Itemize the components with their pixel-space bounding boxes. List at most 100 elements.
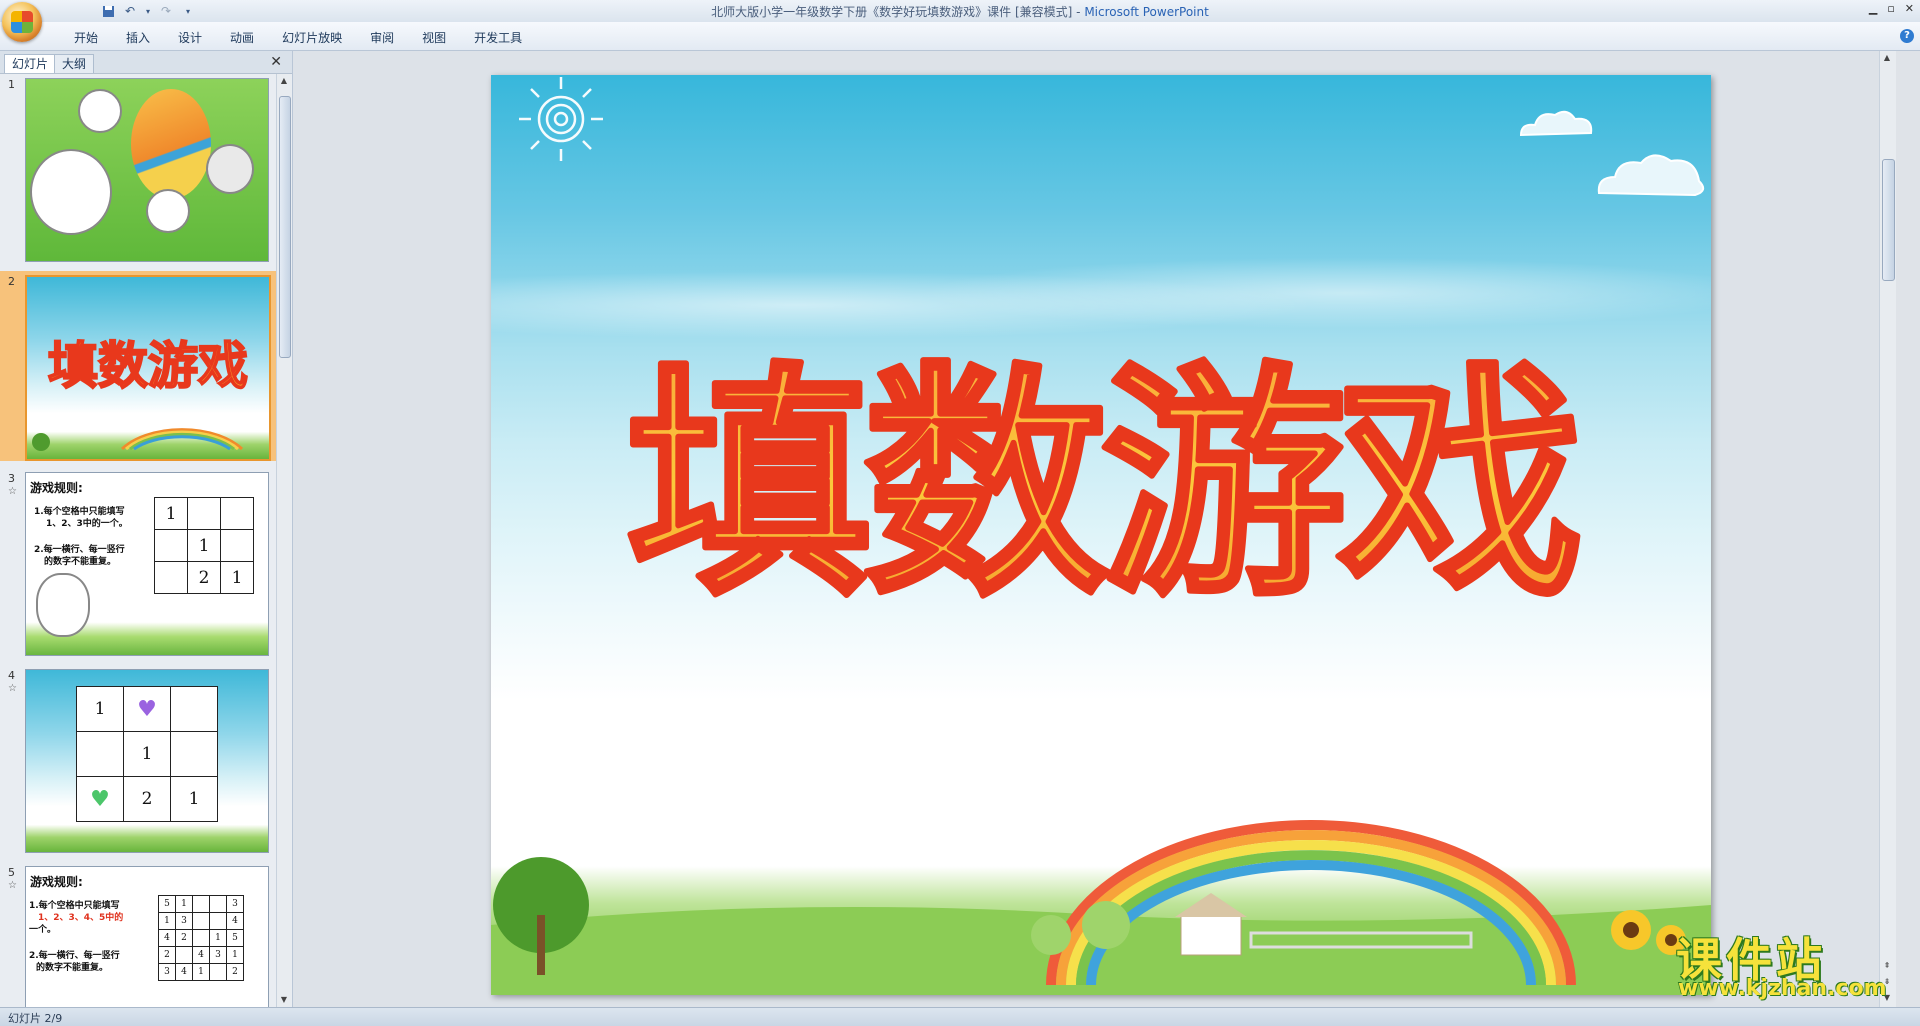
grid-cell: 3	[209, 946, 227, 964]
slide-thumbnails: 1 2 填数游戏 3 ☆ 游戏规则: 1.每个空格中只能填写 1、2、3中的一个…	[0, 74, 276, 1007]
grid-cell	[192, 929, 210, 947]
slide-number: 1	[8, 78, 15, 91]
cloud-icon	[1597, 154, 1705, 197]
slide-number: 2	[8, 275, 15, 288]
grid-cell	[76, 731, 124, 777]
tab-developer[interactable]: 开发工具	[460, 29, 536, 47]
tab-slides[interactable]: 幻灯片	[4, 54, 57, 73]
grid-cell: 2	[187, 561, 221, 594]
scroll-up-icon[interactable]: ▲	[279, 76, 289, 86]
thumbnail-row-2: 2 填数游戏	[0, 271, 276, 461]
grid-cell	[187, 497, 221, 530]
number-grid: 1 ♥ 1 ♥ 2 1	[76, 686, 218, 822]
window-title: 北师大版小学一年级数学下册《数学好玩填数游戏》课件 [兼容模式] - Micro…	[0, 3, 1920, 20]
sun-icon	[519, 77, 603, 161]
cloud-icon	[1519, 110, 1593, 137]
tab-design[interactable]: 设计	[164, 29, 216, 47]
tab-home[interactable]: 开始	[60, 29, 112, 47]
grid-cell: 4	[226, 912, 244, 930]
grid-cell	[209, 963, 227, 981]
animation-star-icon: ☆	[8, 683, 17, 694]
watermark-logo: 课件站 www.kjzhan.com	[1668, 924, 1908, 1004]
easter-egg-image	[131, 89, 211, 199]
animation-star-icon: ☆	[8, 486, 17, 497]
rule-text: 1、2、3中的一个。	[46, 519, 128, 529]
grid-cell: 1	[158, 912, 176, 930]
scroll-up-icon[interactable]: ▲	[1882, 53, 1892, 63]
tab-slide-show[interactable]: 幻灯片放映	[268, 29, 356, 47]
current-slide[interactable]: 填数游戏	[491, 75, 1711, 995]
minimize-icon[interactable]: ▁	[1869, 2, 1877, 15]
rule-text: 一个。	[29, 925, 57, 935]
ribbon: 开始 插入 设计 动画 幻灯片放映 审阅 视图 开发工具 ?	[0, 22, 1920, 51]
slide-thumbnail-5[interactable]: 游戏规则: 1.每个空格中只能填写 1、2、3、4、5中的 一个。 2.每一横行…	[25, 866, 269, 1007]
grid-cell: 1	[226, 946, 244, 964]
scrollbar-thumb[interactable]	[1882, 159, 1895, 281]
slide-scrollbar[interactable]: ▲ ⇞ ⇟ ▼	[1879, 51, 1896, 1007]
tab-review[interactable]: 审阅	[356, 29, 408, 47]
grid-cell: 1	[187, 529, 221, 562]
slide-number: 5	[8, 866, 15, 879]
pane-tabs: 幻灯片 大纲 ✕	[0, 51, 292, 74]
wolf-character-image	[206, 144, 254, 194]
grid-cell	[175, 946, 193, 964]
slide-thumbnail-1[interactable]	[25, 78, 269, 262]
slide-title: 填数游戏	[627, 343, 1578, 628]
status-bar: 幻灯片 2/9	[0, 1007, 1920, 1026]
slide-counter: 幻灯片 2/9	[8, 1012, 63, 1025]
slide-editor: 填数游戏 ▲ ⇞ ⇟ ▼	[293, 51, 1896, 1007]
grid-cell	[209, 912, 227, 930]
grid-cell: 1	[170, 776, 218, 822]
rules-title: 游戏规则:	[30, 481, 83, 495]
slide-thumbnail-2[interactable]: 填数游戏	[25, 275, 271, 461]
number-grid: 1 1 21	[154, 497, 254, 594]
help-icon[interactable]: ?	[1900, 29, 1914, 43]
document-title: 北师大版小学一年级数学下册《数学好玩填数游戏》课件 [兼容模式] -	[711, 5, 1085, 19]
slide-title-art: 填数游戏	[624, 340, 1589, 631]
grid-cell: 2	[123, 776, 171, 822]
grid-cell	[170, 686, 218, 732]
app-name: Microsoft PowerPoint	[1084, 5, 1209, 19]
number-grid: 513134421524313412	[158, 895, 244, 981]
grid-cell: 1	[192, 963, 210, 981]
grid-cell: 2	[158, 946, 176, 964]
grid-cell: 4	[192, 946, 210, 964]
tab-outline[interactable]: 大纲	[54, 54, 95, 73]
grid-cell	[170, 731, 218, 777]
rule-text: 2.每一横行、每一竖行	[34, 545, 125, 555]
scroll-down-icon[interactable]: ▼	[279, 995, 289, 1005]
close-icon[interactable]: ✕	[1905, 2, 1914, 15]
close-pane-icon[interactable]: ✕	[270, 54, 282, 70]
tab-view[interactable]: 视图	[408, 29, 460, 47]
slide-thumbnail-4[interactable]: 1 ♥ 1 ♥ 2 1	[25, 669, 269, 853]
thumbnails-scrollbar[interactable]: ▲ ▼	[276, 74, 291, 1007]
restore-icon[interactable]: ▫	[1887, 2, 1894, 15]
slide-thumbnail-3[interactable]: 游戏规则: 1.每个空格中只能填写 1、2、3中的一个。 2.每一横行、每一竖行…	[25, 472, 269, 656]
office-button[interactable]	[2, 2, 42, 42]
grid-cell: 1	[76, 686, 124, 732]
thumbnail-title-art: 填数游戏	[32, 336, 249, 451]
tab-animations[interactable]: 动画	[216, 29, 268, 47]
grid-cell: 3	[226, 895, 244, 913]
grid-cell: 1	[220, 561, 254, 594]
landscape-image	[491, 820, 1711, 995]
scrollbar-thumb[interactable]	[279, 96, 291, 358]
rule-text: 1、2、3、4、5中的	[38, 913, 124, 923]
animation-star-icon: ☆	[8, 880, 17, 891]
grid-cell: 1	[175, 895, 193, 913]
rule-text: 1.每个空格中只能填写	[34, 507, 125, 517]
sheep-character-image	[36, 573, 90, 637]
grid-cell	[192, 895, 210, 913]
title-bar: ↶ ▾ ↷ ▾ 北师大版小学一年级数学下册《数学好玩填数游戏》课件 [兼容模式]…	[0, 0, 1920, 23]
grid-cell: 3	[175, 912, 193, 930]
sheep-character-image	[146, 189, 190, 233]
grid-cell	[154, 529, 188, 562]
grid-cell	[220, 529, 254, 562]
rule-text: 2.每一横行、每一竖行	[29, 951, 120, 961]
grid-cell: 1	[209, 929, 227, 947]
grid-cell: 4	[175, 963, 193, 981]
tab-insert[interactable]: 插入	[112, 29, 164, 47]
rule-text: 的数字不能重复。	[36, 963, 109, 973]
thumbnail-row-5: 5 ☆ 游戏规则: 1.每个空格中只能填写 1、2、3、4、5中的 一个。 2.…	[0, 862, 276, 1007]
grid-cell: 1	[123, 731, 171, 777]
